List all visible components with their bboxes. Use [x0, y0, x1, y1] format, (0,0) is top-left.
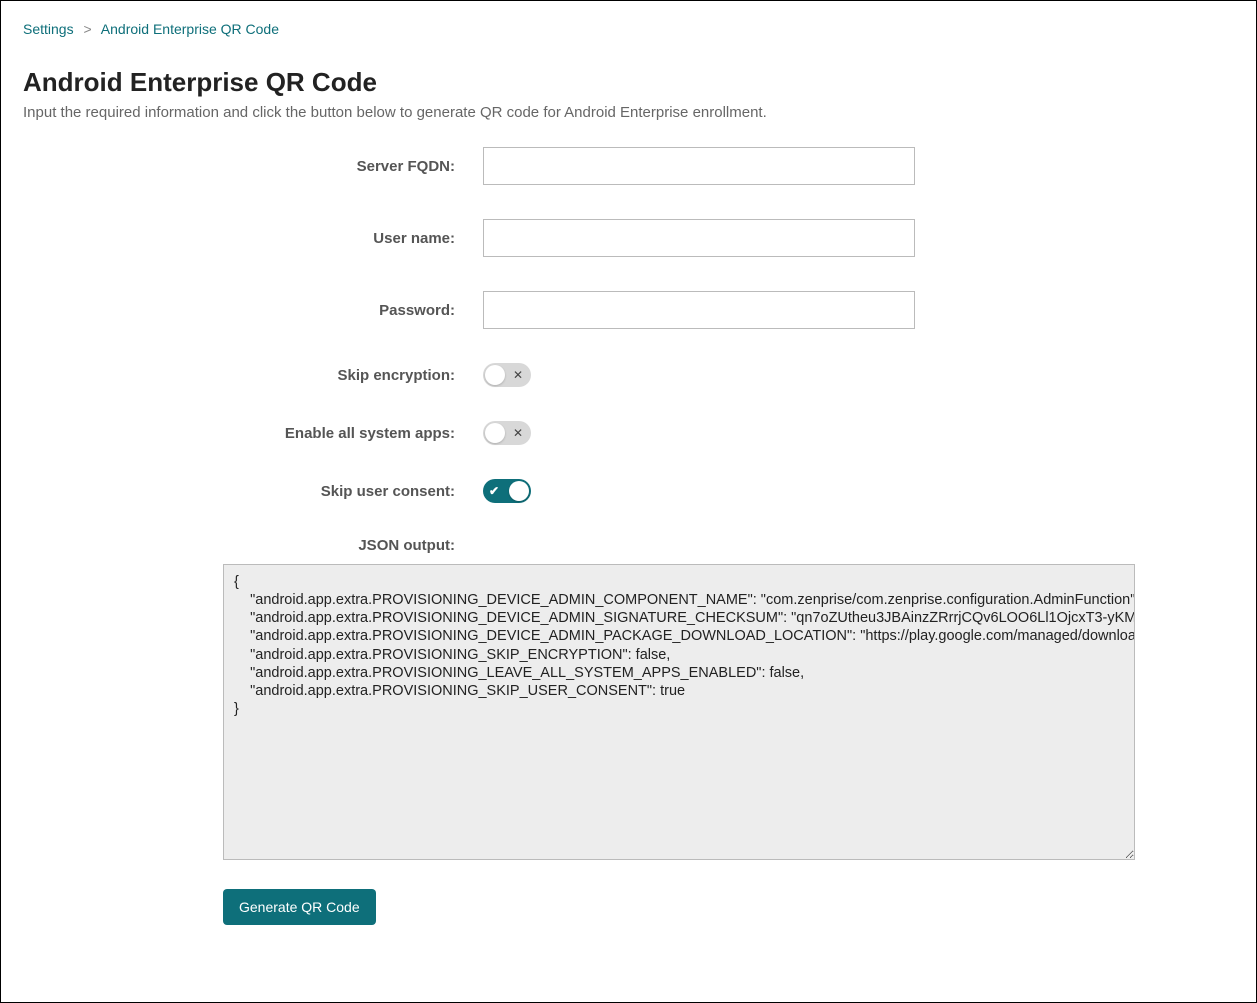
page-title: Android Enterprise QR Code	[23, 67, 1234, 98]
skip-encryption-label: Skip encryption:	[23, 367, 483, 384]
json-output-label: JSON output:	[23, 537, 483, 554]
x-icon: ✕	[513, 427, 523, 439]
password-input[interactable]	[483, 291, 915, 329]
toggle-knob	[485, 423, 505, 443]
user-name-label: User name:	[23, 230, 483, 247]
breadcrumb-settings-link[interactable]: Settings	[23, 21, 74, 37]
toggle-knob	[509, 481, 529, 501]
toggle-knob	[485, 365, 505, 385]
enable-all-system-apps-toggle[interactable]: ✕	[483, 421, 531, 445]
check-icon: ✔	[489, 485, 499, 497]
skip-user-consent-toggle[interactable]: ✔	[483, 479, 531, 503]
password-label: Password:	[23, 302, 483, 319]
generate-qr-code-button[interactable]: Generate QR Code	[223, 889, 376, 925]
user-name-input[interactable]	[483, 219, 915, 257]
server-fqdn-input[interactable]	[483, 147, 915, 185]
enable-all-system-apps-label: Enable all system apps:	[23, 425, 483, 442]
skip-encryption-toggle[interactable]: ✕	[483, 363, 531, 387]
x-icon: ✕	[513, 369, 523, 381]
breadcrumb: Settings > Android Enterprise QR Code	[23, 21, 1234, 37]
breadcrumb-separator: >	[83, 21, 91, 37]
skip-user-consent-label: Skip user consent:	[23, 483, 483, 500]
server-fqdn-label: Server FQDN:	[23, 158, 483, 175]
breadcrumb-current: Android Enterprise QR Code	[101, 21, 279, 37]
page-subtitle: Input the required information and click…	[23, 104, 1234, 121]
json-output-textarea[interactable]	[223, 564, 1135, 860]
